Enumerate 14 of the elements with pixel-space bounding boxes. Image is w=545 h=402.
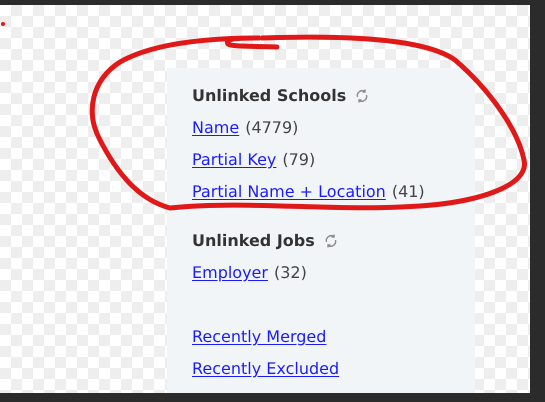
count: (41) bbox=[392, 181, 425, 203]
link[interactable]: Partial Key bbox=[192, 148, 276, 172]
section-heading: Unlinked Schools bbox=[192, 85, 346, 107]
link[interactable]: Employer bbox=[192, 261, 268, 285]
section-heading: Unlinked Jobs bbox=[192, 230, 315, 252]
count: (32) bbox=[274, 262, 307, 284]
refresh-icon[interactable] bbox=[354, 88, 370, 104]
link[interactable]: Name bbox=[192, 116, 240, 140]
count: (4779) bbox=[245, 117, 298, 139]
link[interactable]: Recently Merged bbox=[192, 325, 326, 349]
count: (79) bbox=[282, 149, 316, 171]
link[interactable]: Recently Excluded bbox=[192, 357, 340, 381]
link[interactable]: Partial Name + Location bbox=[192, 180, 386, 204]
refresh-icon[interactable] bbox=[322, 233, 339, 249]
